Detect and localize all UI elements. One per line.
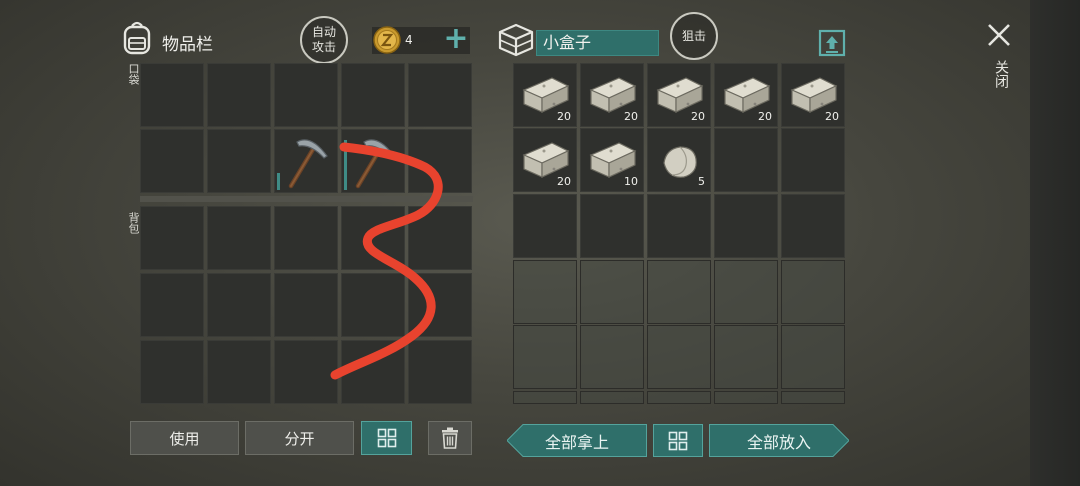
inventory-slot[interactable] (580, 260, 644, 324)
put-all-button[interactable]: 全部放入 (709, 424, 849, 457)
inventory-slot[interactable] (580, 325, 644, 389)
inventory-slot[interactable] (580, 194, 644, 258)
inventory-slot[interactable] (513, 325, 577, 389)
add-coins-button[interactable]: + (443, 24, 469, 55)
inventory-slot[interactable]: 20 (513, 63, 577, 127)
item-quantity: 20 (557, 175, 571, 188)
inventory-slot[interactable] (140, 129, 204, 193)
inventory-slot[interactable] (714, 194, 778, 258)
inventory-slot[interactable] (781, 391, 845, 404)
inventory-title: 物品栏 (162, 35, 213, 55)
grid-sort-icon (377, 428, 396, 448)
inventory-slot[interactable] (580, 391, 644, 404)
close-icon[interactable] (986, 22, 1012, 48)
inventory-slot[interactable] (781, 194, 845, 258)
container-box-icon (498, 23, 534, 57)
inventory-slot[interactable]: 20 (781, 63, 845, 127)
sort-container-button[interactable] (653, 424, 703, 457)
inventory-slot[interactable]: 5 (647, 128, 711, 192)
inventory-slot[interactable] (140, 206, 204, 270)
inventory-slot[interactable] (714, 325, 778, 389)
inventory-slot[interactable] (781, 260, 845, 324)
inventory-slot[interactable] (140, 63, 204, 127)
inventory-slot[interactable] (647, 325, 711, 389)
inventory-slot[interactable]: 20 (580, 63, 644, 127)
inventory-slot[interactable] (274, 206, 338, 270)
inventory-slot[interactable] (513, 194, 577, 258)
trash-icon (442, 427, 458, 449)
inventory-slot[interactable]: 20 (647, 63, 711, 127)
split-button[interactable]: 分开 (245, 421, 354, 455)
inventory-slot[interactable] (647, 260, 711, 324)
put-all-label: 全部放入 (746, 432, 811, 452)
inventory-slot[interactable] (513, 260, 577, 324)
inventory-slot[interactable] (207, 340, 271, 404)
inventory-slot[interactable] (341, 206, 405, 270)
backpack-icon (123, 21, 151, 55)
backpack-label: 背包 (127, 212, 140, 234)
inventory-slot[interactable] (274, 63, 338, 127)
inventory-slot[interactable] (274, 129, 338, 193)
inventory-slot[interactable] (341, 63, 405, 127)
inventory-slot[interactable] (513, 391, 577, 404)
container-name-field[interactable]: 小盒子 (536, 30, 659, 56)
inventory-slot[interactable] (274, 273, 338, 337)
inventory-slot[interactable] (207, 206, 271, 270)
inventory-slot[interactable] (647, 194, 711, 258)
inventory-slot[interactable] (714, 260, 778, 324)
auto-attack-button[interactable]: 自动 攻击 (300, 16, 348, 64)
inventory-slot[interactable] (781, 325, 845, 389)
inventory-slot[interactable]: 10 (580, 128, 644, 192)
inventory-slot[interactable] (714, 128, 778, 192)
use-button[interactable]: 使用 (130, 421, 239, 455)
snipe-button[interactable]: 狙击 (670, 12, 718, 60)
inventory-slot[interactable] (207, 273, 271, 337)
item-quantity: 10 (624, 175, 638, 188)
pocket-divider (140, 196, 473, 202)
take-all-button[interactable]: 全部拿上 (507, 424, 647, 457)
take-all-label: 全部拿上 (544, 432, 609, 452)
inventory-slot[interactable] (341, 129, 405, 193)
pocket-label: 口袋 (127, 63, 140, 85)
inventory-slot[interactable] (408, 340, 472, 404)
inventory-slot[interactable] (408, 129, 472, 193)
inventory-slot[interactable] (714, 391, 778, 404)
auto-attack-label-line1: 自动 (311, 25, 336, 39)
item-quantity: 20 (557, 110, 571, 123)
inventory-slot[interactable] (274, 340, 338, 404)
sort-inventory-button[interactable] (361, 421, 412, 455)
inventory-slot[interactable]: 20 (714, 63, 778, 127)
close-label[interactable]: 关闭 (990, 60, 1010, 88)
auto-attack-label-line2: 攻击 (311, 40, 336, 54)
coin-count: 4 (405, 33, 413, 47)
grid-sort-icon (668, 431, 688, 450)
inventory-slot[interactable]: 20 (513, 128, 577, 192)
inventory-slot[interactable] (140, 340, 204, 404)
inventory-slot[interactable] (207, 63, 271, 127)
durability-bar (277, 173, 280, 190)
item-quantity: 5 (698, 175, 705, 188)
inventory-slot[interactable] (341, 273, 405, 337)
item-quantity: 20 (758, 110, 772, 123)
side-panel (1030, 0, 1080, 486)
inventory-slot[interactable] (207, 129, 271, 193)
inventory-slot[interactable] (140, 273, 204, 337)
inventory-slot[interactable] (408, 206, 472, 270)
item-quantity: 20 (691, 110, 705, 123)
coin-icon (373, 26, 401, 54)
item-quantity: 20 (825, 110, 839, 123)
inventory-slot[interactable] (781, 128, 845, 192)
inventory-slot[interactable] (341, 340, 405, 404)
pickaxe-icon (355, 139, 395, 189)
inventory-slot[interactable] (408, 63, 472, 127)
item-quantity: 20 (624, 110, 638, 123)
pickaxe-icon (288, 139, 328, 189)
inventory-slot[interactable] (408, 273, 472, 337)
inventory-slot[interactable] (647, 391, 711, 404)
upload-icon[interactable] (818, 27, 846, 57)
durability-bar (344, 140, 347, 190)
trash-button[interactable] (428, 421, 472, 455)
